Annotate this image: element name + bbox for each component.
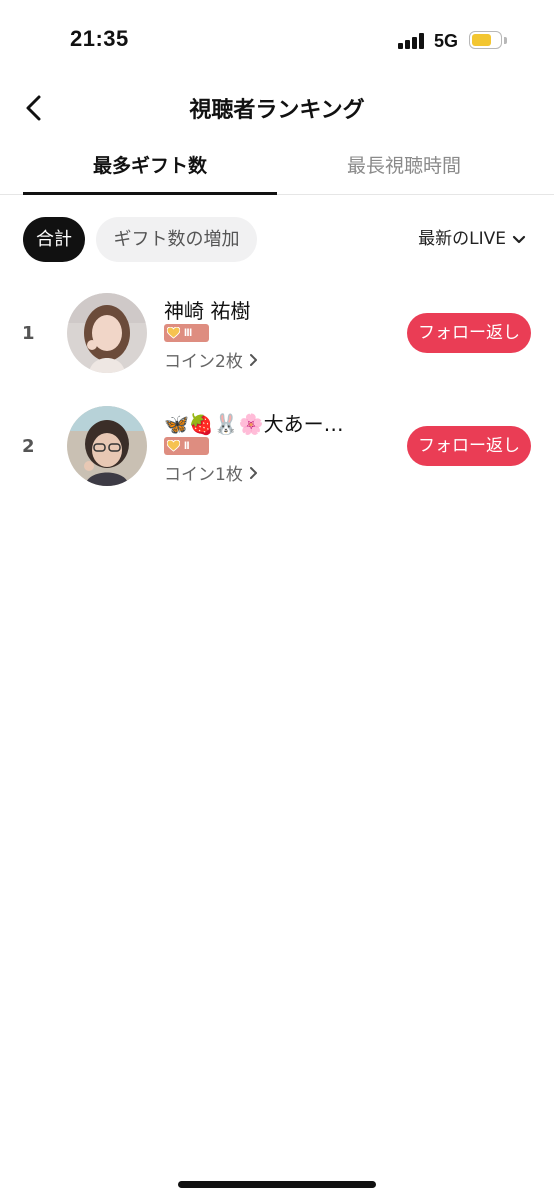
heart-icon: [167, 440, 180, 452]
tab-indicator: [23, 192, 277, 195]
tab-longest-watch-time[interactable]: 最長視聴時間: [277, 140, 531, 194]
home-indicator[interactable]: [178, 1181, 376, 1188]
battery-cap: [504, 37, 507, 44]
status-time: 21:35: [70, 26, 129, 51]
fan-badge: II: [164, 437, 209, 455]
status-bar: 21:35 5G: [0, 0, 554, 84]
tab-bar: 最多ギフト数 最長視聴時間: [0, 140, 554, 195]
avatar[interactable]: [67, 406, 147, 486]
follow-back-button[interactable]: フォロー返し: [407, 313, 531, 353]
live-dropdown[interactable]: 最新のLIVE: [418, 217, 526, 262]
battery-fill: [472, 34, 491, 46]
chip-total[interactable]: 合計: [23, 217, 85, 262]
rank-number: 2: [22, 436, 35, 457]
follow-back-button[interactable]: フォロー返し: [407, 426, 531, 466]
filter-row: 合計 ギフト数の増加 最新のLIVE: [0, 217, 554, 263]
chevron-right-icon: [249, 466, 257, 479]
coin-count-label: コイン2枚: [164, 352, 243, 372]
user-name: 🦋🍓🐰🌸大あー…: [164, 412, 344, 436]
chip-gift-increase[interactable]: ギフト数の増加: [96, 217, 257, 262]
chevron-right-icon: [249, 353, 257, 366]
coin-count[interactable]: コイン1枚: [164, 460, 258, 485]
ranking-row[interactable]: 1 神崎 祐樹 III コイン2枚 フォロー返し: [0, 293, 554, 393]
live-dropdown-label: 最新のLIVE: [418, 229, 506, 249]
page-title: 視聴者ランキング: [189, 98, 365, 123]
coin-count[interactable]: コイン2枚: [164, 347, 258, 372]
badge-level: II: [184, 440, 190, 452]
signal-icon: [398, 33, 426, 49]
chevron-down-icon: [512, 235, 526, 243]
fan-badge: III: [164, 324, 209, 342]
heart-icon: [167, 327, 180, 339]
badge-level: III: [184, 327, 192, 339]
tab-most-gifts[interactable]: 最多ギフト数: [23, 140, 277, 194]
header: 視聴者ランキング: [0, 84, 554, 132]
battery-icon: [469, 31, 502, 49]
avatar[interactable]: [67, 293, 147, 373]
network-type: 5G: [434, 31, 459, 51]
user-name: 神崎 祐樹: [164, 299, 251, 323]
rank-number: 1: [22, 323, 35, 344]
coin-count-label: コイン1枚: [164, 465, 243, 485]
ranking-row[interactable]: 2 🦋🍓🐰🌸大あー… II コイン1枚 フォロー返し: [0, 406, 554, 506]
